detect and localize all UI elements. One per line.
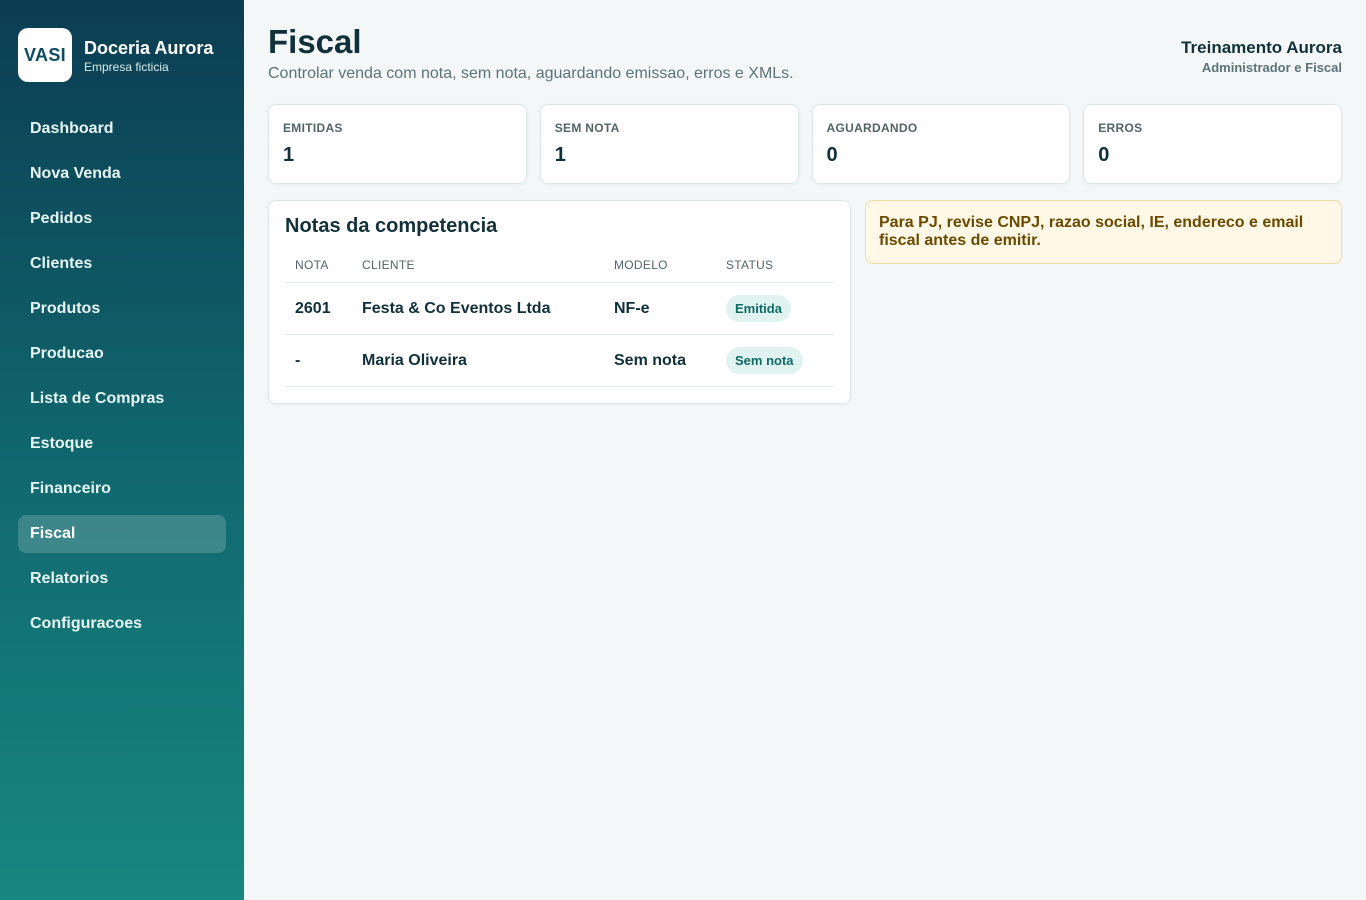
stat-card-erros: ERROS 0: [1083, 104, 1342, 184]
brand-name: Doceria Aurora: [84, 37, 214, 58]
app-root: VASI Doceria Aurora Empresa ficticia Das…: [0, 0, 1366, 900]
brand-logo: VASI: [18, 28, 72, 82]
cell-cliente: Festa & Co Eventos Ltda: [352, 282, 604, 335]
cell-nota: -: [285, 334, 352, 387]
column-header-status: STATUS: [716, 252, 834, 283]
table-row[interactable]: - Maria Oliveira Sem nota Sem nota: [285, 334, 834, 387]
stat-label: ERROS: [1098, 121, 1143, 135]
page-subtitle: Controlar venda com nota, sem nota, agua…: [268, 65, 794, 82]
main-content: Fiscal Controlar venda com nota, sem not…: [244, 0, 1366, 900]
cell-cliente: Maria Oliveira: [352, 334, 604, 387]
sidebar-item-produtos[interactable]: Produtos: [18, 290, 226, 328]
status-badge: Emitida: [726, 295, 791, 322]
sidebar-item-dashboard[interactable]: Dashboard: [18, 110, 226, 148]
sidebar-item-nova-venda[interactable]: Nova Venda: [18, 155, 226, 193]
user-name: Treinamento Aurora: [1181, 38, 1342, 57]
sidebar-item-financeiro[interactable]: Financeiro: [18, 470, 226, 508]
notes-card: Notas da competencia NOTA CLIENTE MODELO…: [268, 200, 851, 404]
sidebar-item-pedidos[interactable]: Pedidos: [18, 200, 226, 238]
stat-card-emitidas: EMITIDAS 1: [268, 104, 527, 184]
page-title: Fiscal: [268, 23, 362, 60]
cell-status: Emitida: [716, 282, 834, 335]
sidebar-item-relatorios[interactable]: Relatorios: [18, 560, 226, 598]
cell-status: Sem nota: [716, 334, 834, 387]
notes-card-title: Notas da competencia: [285, 215, 498, 237]
cell-modelo: NF-e: [604, 282, 716, 335]
sidebar-item-fiscal[interactable]: Fiscal: [18, 515, 226, 553]
user-info: Treinamento Aurora Administrador e Fisca…: [1181, 22, 1342, 75]
user-role: Administrador e Fiscal: [1201, 60, 1342, 75]
stat-value: 1: [554, 144, 566, 166]
stat-value: 0: [1098, 144, 1110, 166]
page-header: Fiscal Controlar venda com nota, sem not…: [268, 22, 1342, 104]
table-row[interactable]: 2601 Festa & Co Eventos Ltda NF-e Emitid…: [285, 282, 834, 335]
sidebar-item-configuracoes[interactable]: Configuracoes: [18, 605, 226, 643]
stat-label: SEM NOTA: [554, 121, 620, 135]
sidebar-item-estoque[interactable]: Estoque: [18, 425, 226, 463]
stat-value: 1: [283, 144, 295, 166]
status-badge: Sem nota: [726, 347, 803, 374]
cell-nota: 2601: [285, 282, 352, 335]
column-header-nota: NOTA: [285, 252, 352, 283]
brand-subtitle: Empresa ficticia: [84, 59, 169, 74]
pj-warning-alert: Para PJ, revise CNPJ, razao social, IE, …: [865, 200, 1342, 264]
sidebar-item-lista-de-compras[interactable]: Lista de Compras: [18, 380, 226, 418]
stat-label: EMITIDAS: [283, 121, 343, 135]
notes-table: NOTA CLIENTE MODELO STATUS 2601 Festa & …: [285, 252, 834, 387]
content-row: Notas da competencia NOTA CLIENTE MODELO…: [268, 200, 1342, 404]
stat-card-sem-nota: SEM NOTA 1: [539, 104, 799, 184]
page-heading: Fiscal Controlar venda com nota, sem not…: [268, 22, 794, 83]
sidebar: VASI Doceria Aurora Empresa ficticia Das…: [0, 0, 244, 900]
stat-label: AGUARDANDO: [826, 121, 918, 135]
cell-modelo: Sem nota: [604, 334, 716, 387]
stats-row: EMITIDAS 1 SEM NOTA 1 AGUARDANDO 0 ERROS…: [268, 104, 1342, 184]
stat-card-aguardando: AGUARDANDO 0: [811, 104, 1071, 184]
column-header-cliente: CLIENTE: [352, 252, 604, 283]
table-header-row: NOTA CLIENTE MODELO STATUS: [285, 252, 834, 283]
stat-value: 0: [826, 144, 838, 166]
sidebar-nav: Dashboard Nova Venda Pedidos Clientes Pr…: [18, 110, 226, 643]
sidebar-item-clientes[interactable]: Clientes: [18, 245, 226, 283]
sidebar-item-producao[interactable]: Producao: [18, 335, 226, 373]
brand-text: Doceria Aurora Empresa ficticia: [84, 37, 213, 74]
column-header-modelo: MODELO: [604, 252, 716, 283]
brand: VASI Doceria Aurora Empresa ficticia: [18, 28, 226, 82]
